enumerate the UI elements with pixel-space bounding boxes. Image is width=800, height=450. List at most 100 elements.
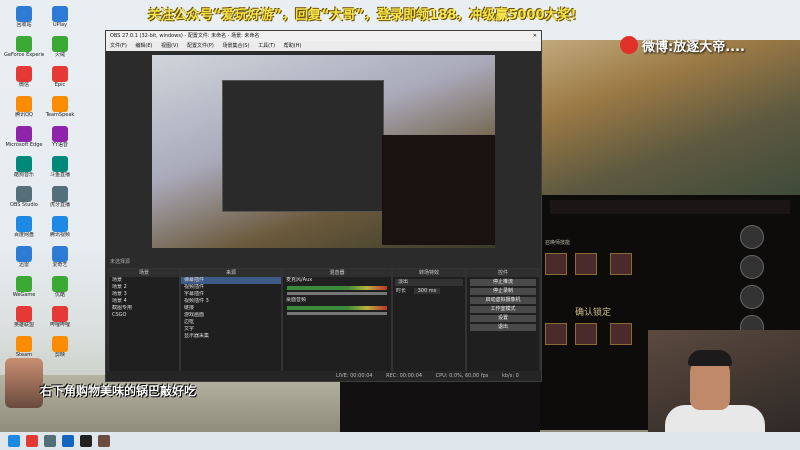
summoner-slot-icon[interactable]	[740, 285, 764, 309]
desktop-icon-label: Epic	[54, 82, 66, 88]
obs-taskbar-icon[interactable]	[80, 435, 92, 447]
sources-header: 来源	[181, 269, 281, 277]
lol-top-bar	[550, 200, 790, 214]
obs-window[interactable]: OBS 27.0.1 (32-bit, windows) - 配置文件: 未命名…	[105, 30, 542, 382]
sources-panel: 来源 弹幕插件 视频插件 字幕插件 视频插件 3 链接 游戏画面 边框 文字 显…	[180, 268, 282, 373]
menu-edit[interactable]: 编辑(E)	[135, 43, 152, 49]
settings-button[interactable]: 设置	[470, 315, 536, 322]
desktop-icon-label: GeForce Experience	[4, 52, 44, 58]
summoner-slot-icon[interactable]	[740, 225, 764, 249]
weibo-logo-icon	[620, 36, 638, 54]
source-item[interactable]: 字幕插件	[181, 291, 281, 298]
source-item[interactable]: 视频插件	[181, 284, 281, 291]
desktop-icon-label: 腾讯视频	[49, 232, 70, 238]
mixer-header: 混音器	[283, 269, 391, 277]
nested-lol-preview	[382, 135, 495, 245]
source-item[interactable]: 文字	[181, 326, 281, 333]
source-item[interactable]: 游戏画面	[181, 312, 281, 319]
menu-tools[interactable]: 工具(T)	[258, 43, 275, 49]
desktop-icon-label: 爱奇艺	[52, 262, 68, 268]
app-icon	[52, 186, 68, 202]
nested-obs-preview	[222, 80, 384, 212]
weibo-handle: 微博:放逐大帝....	[642, 40, 745, 55]
champion-portrait[interactable]	[545, 323, 567, 345]
obs-title-bar: OBS 27.0.1 (32-bit, windows) - 配置文件: 未命名…	[106, 31, 541, 41]
app-icon	[52, 66, 68, 82]
mixer-channel-label: 桌面音频	[286, 297, 307, 303]
champion-portrait[interactable]	[610, 253, 632, 275]
streamer-avatar	[5, 358, 43, 408]
stop-recording-button[interactable]: 停止录制	[470, 288, 536, 295]
desktop-icon-label: 虎牙直播	[49, 202, 70, 208]
taskbar-app-icon[interactable]	[44, 435, 56, 447]
menu-profile[interactable]: 配置文件(P)	[187, 43, 214, 49]
mic-volume-slider[interactable]	[287, 292, 387, 295]
taskbar-app-icon[interactable]	[26, 435, 38, 447]
window-close-icon[interactable]: ✕	[533, 31, 537, 41]
desktop-icon-label: 微信	[18, 82, 29, 88]
menu-view[interactable]: 视图(V)	[161, 43, 178, 49]
desktop-volume-slider[interactable]	[287, 312, 387, 315]
app-icon	[52, 336, 68, 352]
app-icon	[52, 96, 68, 112]
mic-volume-meter	[287, 286, 387, 290]
lol-confirm-label: 确认锁定	[575, 308, 612, 318]
app-icon	[16, 126, 32, 142]
cpu-status: CPU: 0.0%, 60.00 fps	[435, 373, 489, 379]
exit-button[interactable]: 退出	[470, 324, 536, 331]
taskbar-app-icon[interactable]	[62, 435, 74, 447]
promo-banner: 关注公众号“爱玩好游”，回复“大哥”，登录即领188，冲级赢5000大奖!	[148, 8, 577, 23]
champion-portrait[interactable]	[575, 323, 597, 345]
virtual-camera-button[interactable]: 启动虚拟摄像机	[470, 297, 536, 304]
scene-item[interactable]: 场景 2	[109, 284, 179, 291]
menu-scene-collection[interactable]: 场景集合(S)	[222, 43, 249, 49]
lol-chat-panel	[340, 375, 540, 432]
scene-item[interactable]: CSGO	[109, 312, 179, 319]
source-item[interactable]: 边框	[181, 319, 281, 326]
stop-streaming-button[interactable]: 停止推流	[470, 279, 536, 286]
scene-item[interactable]: 场景 3	[109, 291, 179, 298]
app-icon	[52, 6, 68, 22]
scene-item[interactable]: 场景	[109, 277, 179, 284]
desktop-icon[interactable]: 剪映	[40, 334, 80, 372]
duration-input[interactable]: 300 ms	[413, 288, 441, 294]
scene-item[interactable]: 截图专用	[109, 305, 179, 312]
scene-item[interactable]: 场景 4	[109, 298, 179, 305]
source-item[interactable]: 链接	[181, 305, 281, 312]
source-item[interactable]: 视频插件 3	[181, 298, 281, 305]
studio-mode-button[interactable]: 工作室模式	[470, 306, 536, 313]
app-icon	[52, 36, 68, 52]
menu-help[interactable]: 帮助(H)	[284, 43, 302, 49]
desktop-icon-label: Microsoft Edge	[5, 142, 43, 148]
scenes-header: 场景	[109, 269, 179, 277]
obs-preview[interactable]	[152, 55, 495, 248]
app-icon	[16, 246, 32, 262]
desktop-icon-label: 哔哩哔哩	[49, 322, 70, 328]
app-icon	[16, 36, 32, 52]
app-icon	[52, 126, 68, 142]
start-icon[interactable]	[8, 435, 20, 447]
source-item[interactable]: 显示器采集	[181, 333, 281, 340]
mixer-panel: 混音器 麦克风/Aux 桌面音频	[282, 268, 392, 373]
desktop-icon-label: WeGame	[12, 292, 36, 298]
champion-portrait[interactable]	[545, 253, 567, 275]
app-icon	[16, 336, 32, 352]
menu-file[interactable]: 文件(F)	[110, 43, 127, 49]
source-item[interactable]: 弹幕插件	[181, 277, 281, 284]
transition-select[interactable]: 淡出	[395, 279, 463, 286]
app-icon	[16, 216, 32, 232]
subtitle-caption: 右下角购物美味的锅巴敲好吃	[40, 384, 197, 398]
taskbar-app-icon[interactable]	[98, 435, 110, 447]
desktop-icon-label: 剪映	[54, 352, 65, 358]
app-icon	[52, 276, 68, 292]
champion-portrait[interactable]	[610, 323, 632, 345]
app-icon	[16, 156, 32, 172]
controls-panel: 控件 停止推流 停止录制 启动虚拟摄像机 工作室模式 设置 退出	[466, 268, 540, 373]
summoner-slot-icon[interactable]	[740, 255, 764, 279]
desktop-icon-label: 英雄联盟	[13, 322, 34, 328]
desktop-volume-meter	[287, 306, 387, 310]
champion-portrait[interactable]	[575, 253, 597, 275]
rec-timer: REC: 00:00:04	[386, 373, 423, 379]
desktop-icon-label: TeamSpeak	[45, 112, 75, 118]
desktop-icon-label: 迅雷	[18, 262, 29, 268]
